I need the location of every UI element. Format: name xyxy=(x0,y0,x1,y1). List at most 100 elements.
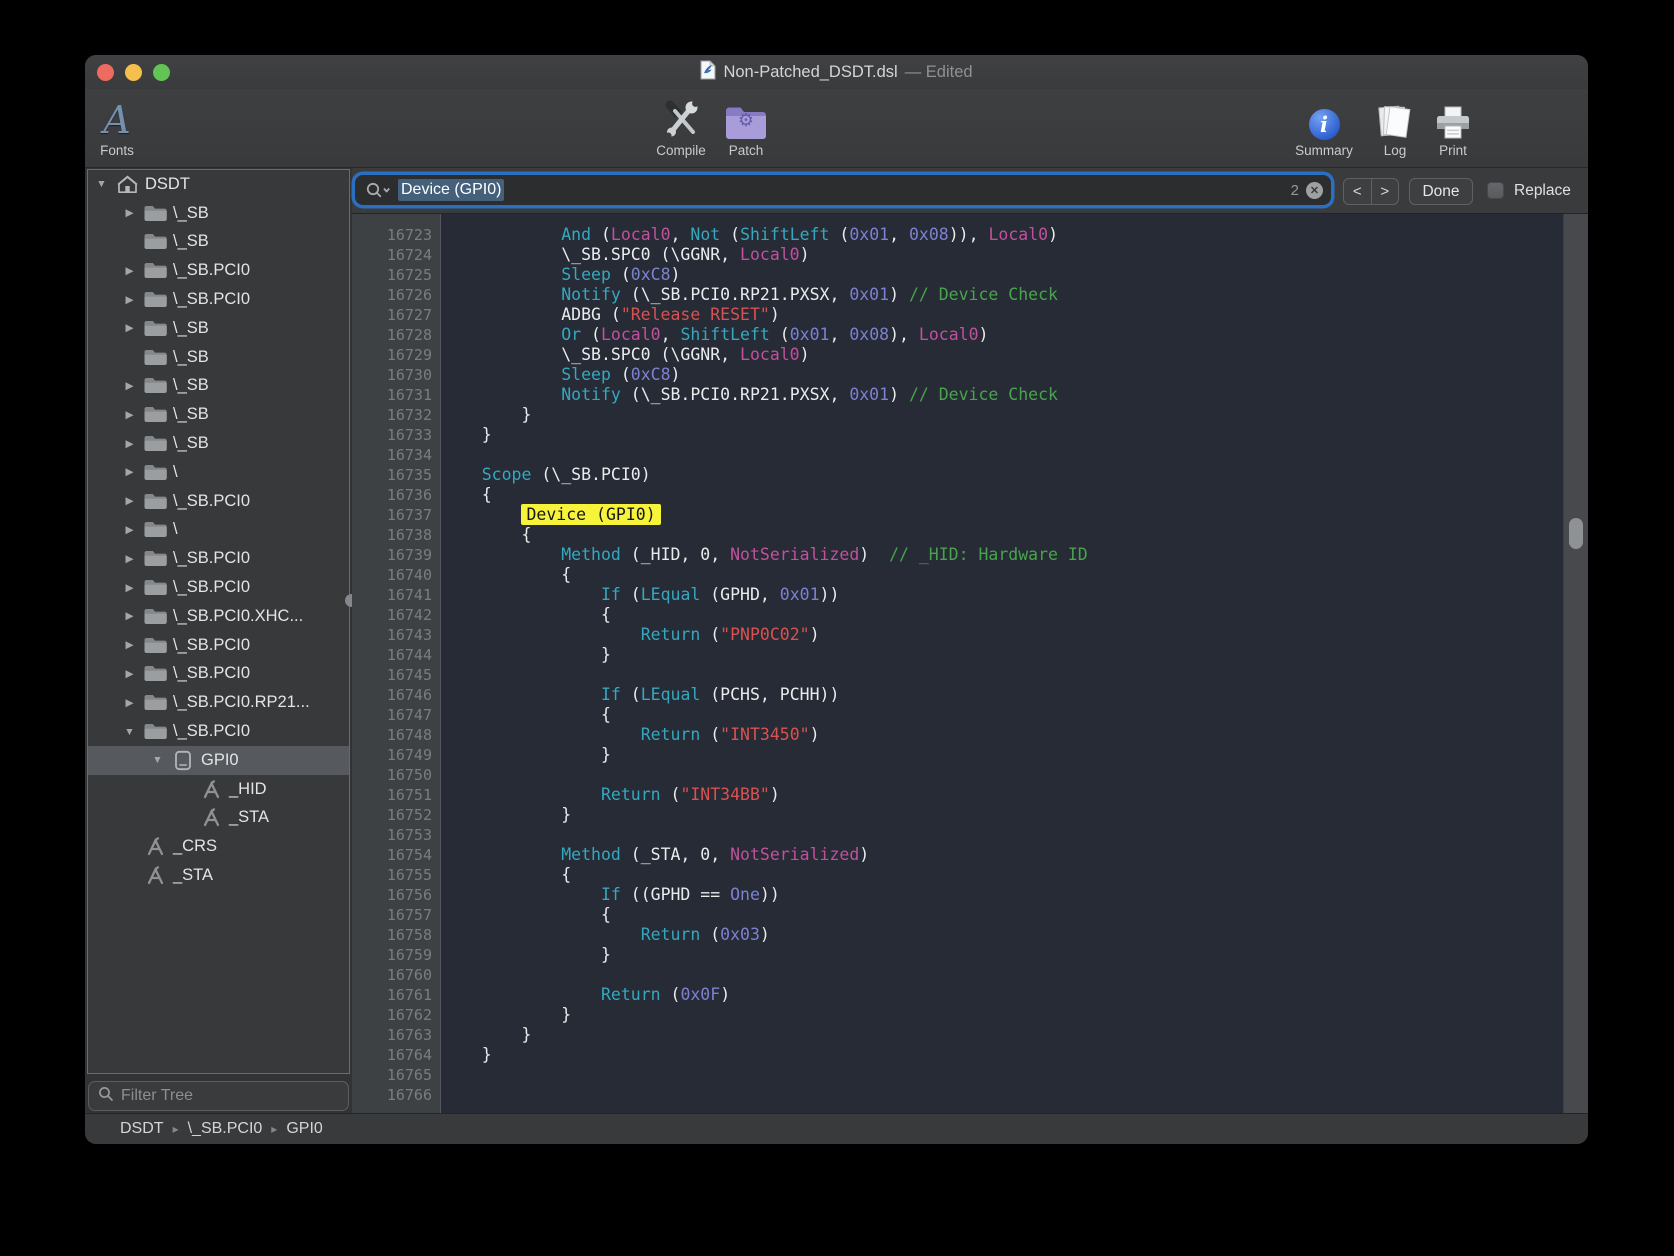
disclosure-right-icon[interactable]: ▶ xyxy=(122,553,137,565)
code-line: 16735 Scope (\_SB.PCI0) xyxy=(352,465,1563,485)
tree-item-sb[interactable]: ▶ \_SB xyxy=(88,372,349,401)
line-number: 16753 xyxy=(352,825,440,845)
disclosure-right-icon[interactable]: ▶ xyxy=(122,438,137,450)
tree-item-sbpci0[interactable]: ▶\_SB.PCI0 xyxy=(88,573,349,602)
filter-tree-input[interactable]: Filter Tree xyxy=(88,1081,349,1111)
disclosure-right-icon[interactable]: ▶ xyxy=(122,610,137,622)
tree-item-label: \_SB xyxy=(173,405,209,424)
line-number: 16752 xyxy=(352,805,440,825)
disclosure-right-icon[interactable]: ▶ xyxy=(122,265,137,277)
code-editor[interactable]: 16723 And (Local0, Not (ShiftLeft (0x01,… xyxy=(352,214,1563,1113)
log-button[interactable]: Log xyxy=(1368,93,1422,158)
disclosure-right-icon[interactable]: ▶ xyxy=(122,495,137,507)
code-line: 16762 } xyxy=(352,1005,1563,1025)
disclosure-down-icon[interactable]: ▼ xyxy=(94,178,109,190)
line-number: 16761 xyxy=(352,985,440,1005)
fonts-button[interactable]: A Fonts xyxy=(87,93,147,158)
disclosure-right-icon[interactable]: ▶ xyxy=(122,322,137,334)
folder-icon xyxy=(142,261,168,280)
code-line: 16761 Return (0x0F) xyxy=(352,985,1563,1005)
breadcrumb-item[interactable]: \_SB.PCI0 xyxy=(188,1120,263,1138)
line-number: 16737 xyxy=(352,505,440,525)
disclosure-right-icon[interactable]: ▶ xyxy=(122,524,137,536)
tree-item-sbpci0[interactable]: ▶\_SB.PCI0 xyxy=(88,487,349,516)
code-lines: 16723 And (Local0, Not (ShiftLeft (0x01,… xyxy=(352,225,1563,1105)
compile-button[interactable]: Compile xyxy=(647,93,715,158)
disclosure-right-icon[interactable]: ▶ xyxy=(122,466,137,478)
disclosure-right-icon[interactable]: ▶ xyxy=(122,409,137,421)
replace-checkbox[interactable] xyxy=(1487,182,1504,199)
line-number: 16763 xyxy=(352,1025,440,1045)
disclosure-down-icon[interactable]: ▼ xyxy=(122,726,137,738)
tree-item-crs[interactable]: _CRS xyxy=(88,832,349,861)
code-text: } xyxy=(440,405,531,425)
print-button[interactable]: Print xyxy=(1427,93,1479,158)
code-line: 16739 Method (_HID, 0, NotSerialized) //… xyxy=(352,545,1563,565)
disclosure-right-icon[interactable]: ▶ xyxy=(122,294,137,306)
folder-icon xyxy=(142,463,168,482)
vertical-scrollbar-track[interactable] xyxy=(1563,214,1588,1113)
code-line: 16742 { xyxy=(352,605,1563,625)
tree-item-sb[interactable]: ▶ \_SB xyxy=(88,400,349,429)
disclosure-right-icon[interactable]: ▶ xyxy=(122,639,137,651)
code-text: } xyxy=(440,1005,571,1025)
disclosure-right-icon[interactable]: ▶ xyxy=(122,697,137,709)
tree-item-sbpci0[interactable]: ▶\_SB.PCI0 xyxy=(88,660,349,689)
search-menu-icon[interactable] xyxy=(365,181,393,199)
folder-icon xyxy=(142,607,168,626)
folder-icon xyxy=(142,636,168,655)
breadcrumb-item[interactable]: DSDT xyxy=(120,1120,164,1138)
tree-item-sb[interactable]: ▶\_SB xyxy=(88,429,349,458)
tree-item-dsdt[interactable]: ▼DSDT xyxy=(88,170,349,199)
tree-item-sbpci0[interactable]: ▶\_SB.PCI0 xyxy=(88,544,349,573)
titlebar[interactable]: Non-Patched_DSDT.dsl — Edited xyxy=(85,55,1588,89)
code-text: { xyxy=(440,905,611,925)
find-previous-button[interactable]: < xyxy=(1344,179,1372,204)
maciasl-window: Non-Patched_DSDT.dsl — Edited A Fonts xyxy=(85,55,1588,1144)
line-number: 16740 xyxy=(352,565,440,585)
breadcrumb-item[interactable]: GPI0 xyxy=(286,1120,322,1138)
tree-item-sta[interactable]: _STA xyxy=(88,804,349,833)
tree-item-sbpci0[interactable]: ▶\_SB.PCI0 xyxy=(88,285,349,314)
tree-item-label: \_SB xyxy=(173,319,209,338)
find-input[interactable]: Device (GPI0) 2 ✕ xyxy=(355,175,1331,205)
tree-item-sbpci0[interactable]: ▶\_SB.PCI0 xyxy=(88,631,349,660)
info-icon: i xyxy=(1309,109,1340,140)
code-line: 16733 } xyxy=(352,425,1563,445)
tree-item-[interactable]: ▶\ xyxy=(88,516,349,545)
code-text: If (LEqual (PCHS, PCHH)) xyxy=(440,685,839,705)
done-button[interactable]: Done xyxy=(1409,178,1473,205)
disclosure-right-icon[interactable]: ▶ xyxy=(122,207,137,219)
vertical-scrollbar[interactable] xyxy=(1569,518,1583,549)
disclosure-right-icon[interactable]: ▶ xyxy=(122,582,137,594)
tree-item-sb[interactable]: \_SB xyxy=(88,228,349,257)
tree-item-label: \_SB xyxy=(173,376,209,395)
code-text: { xyxy=(440,705,611,725)
tree-item-[interactable]: ▶\ xyxy=(88,458,349,487)
tree-item-hid[interactable]: _HID xyxy=(88,775,349,804)
device-icon xyxy=(170,750,196,771)
tree-item-sbpci0xhc[interactable]: ▶\_SB.PCI0.XHC... xyxy=(88,602,349,631)
code-line: 16754 Method (_STA, 0, NotSerialized) xyxy=(352,845,1563,865)
clear-search-icon[interactable]: ✕ xyxy=(1306,182,1323,199)
tree-item-sbpci0rp21[interactable]: ▶\_SB.PCI0.RP21... xyxy=(88,688,349,717)
code-text: Sleep (0xC8) xyxy=(440,365,680,385)
line-number: 16733 xyxy=(352,425,440,445)
summary-button[interactable]: i Summary xyxy=(1290,93,1358,158)
tree-item-sb[interactable]: ▶\_SB xyxy=(88,199,349,228)
disclosure-right-icon[interactable]: ▶ xyxy=(122,380,137,392)
tree-item-sta[interactable]: _STA xyxy=(88,861,349,890)
tree-item-sbpci0[interactable]: ▶\_SB.PCI0 xyxy=(88,256,349,285)
tree-item-sb[interactable]: ▶ \_SB xyxy=(88,314,349,343)
code-text: \_SB.SPC0 (\GGNR, Local0) xyxy=(440,245,810,265)
breadcrumb: DSDT▸\_SB.PCI0▸GPI0 xyxy=(85,1113,1588,1144)
patch-button[interactable]: ⚙ Patch xyxy=(718,93,774,158)
tree-item-gpi0[interactable]: ▼GPI0 xyxy=(88,746,349,775)
disclosure-right-icon[interactable]: ▶ xyxy=(122,668,137,680)
tree-item-sb[interactable]: \_SB xyxy=(88,343,349,372)
disclosure-down-icon[interactable]: ▼ xyxy=(150,754,165,766)
tree-item-sbpci0[interactable]: ▼\_SB.PCI0 xyxy=(88,717,349,746)
code-line: 16764 } xyxy=(352,1045,1563,1065)
folder-icon xyxy=(142,693,168,712)
find-next-button[interactable]: > xyxy=(1372,179,1399,204)
